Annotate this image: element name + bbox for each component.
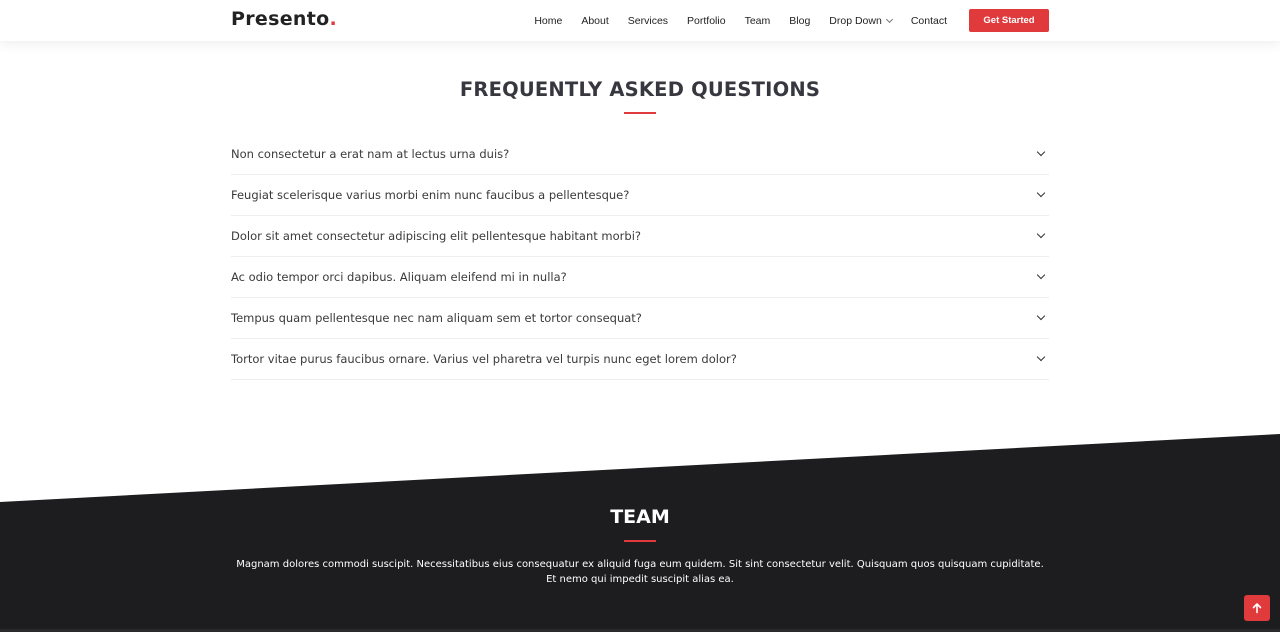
faq-question: Feugiat scelerisque varius morbi enim nu… (231, 188, 630, 202)
faq-item[interactable]: Tempus quam pellentesque nec nam aliquam… (231, 298, 1049, 339)
nav-services[interactable]: Services (628, 15, 668, 27)
faq-question: Tortor vitae purus faucibus ornare. Vari… (231, 352, 737, 366)
faq-question: Tempus quam pellentesque nec nam aliquam… (231, 311, 642, 325)
faq-item[interactable]: Dolor sit amet consectetur adipiscing el… (231, 216, 1049, 257)
chevron-down-icon (1036, 352, 1046, 362)
arrow-up-icon (1252, 603, 1262, 614)
site-header: Presento. Home About Services Portfolio … (0, 0, 1280, 41)
logo-text: Presento (231, 8, 330, 30)
chevron-down-icon (1036, 147, 1046, 157)
chevron-down-icon (885, 15, 893, 23)
faq-question: Ac odio tempor orci dapibus. Aliquam ele… (231, 270, 567, 284)
team-title-divider (624, 540, 656, 542)
faq-item[interactable]: Tortor vitae purus faucibus ornare. Vari… (231, 339, 1049, 380)
chevron-down-icon (1036, 270, 1046, 280)
main-nav: Home About Services Portfolio Team Blog … (534, 9, 1049, 32)
nav-blog[interactable]: Blog (789, 15, 810, 27)
get-started-button[interactable]: Get Started (969, 9, 1049, 32)
logo-dot: . (329, 8, 337, 30)
site-logo[interactable]: Presento. (231, 8, 337, 30)
team-title: TEAM (610, 506, 670, 528)
faq-item[interactable]: Feugiat scelerisque varius morbi enim nu… (231, 175, 1049, 216)
team-description: Magnam dolores commodi suscipit. Necessi… (236, 559, 1044, 585)
nav-about[interactable]: About (581, 15, 608, 27)
faq-list: Non consectetur a erat nam at lectus urn… (231, 134, 1049, 380)
nav-dropdown-label: Drop Down (829, 14, 882, 27)
chevron-down-icon (1036, 188, 1046, 198)
nav-dropdown[interactable]: Drop Down (829, 14, 893, 27)
nav-team[interactable]: Team (745, 15, 771, 27)
faq-title: FREQUENTLY ASKED QUESTIONS (459, 78, 821, 101)
team-section-background (0, 434, 1280, 632)
faq-title-divider (624, 112, 656, 114)
faq-question: Dolor sit amet consectetur adipiscing el… (231, 229, 641, 243)
back-to-top-button[interactable] (1244, 595, 1270, 621)
faq-question: Non consectetur a erat nam at lectus urn… (231, 147, 510, 161)
chevron-down-icon (1036, 311, 1046, 321)
faq-item[interactable]: Non consectetur a erat nam at lectus urn… (231, 134, 1049, 175)
nav-home[interactable]: Home (534, 15, 562, 27)
faq-item[interactable]: Ac odio tempor orci dapibus. Aliquam ele… (231, 257, 1049, 298)
nav-portfolio[interactable]: Portfolio (687, 15, 726, 27)
nav-contact[interactable]: Contact (911, 15, 947, 27)
chevron-down-icon (1036, 229, 1046, 239)
